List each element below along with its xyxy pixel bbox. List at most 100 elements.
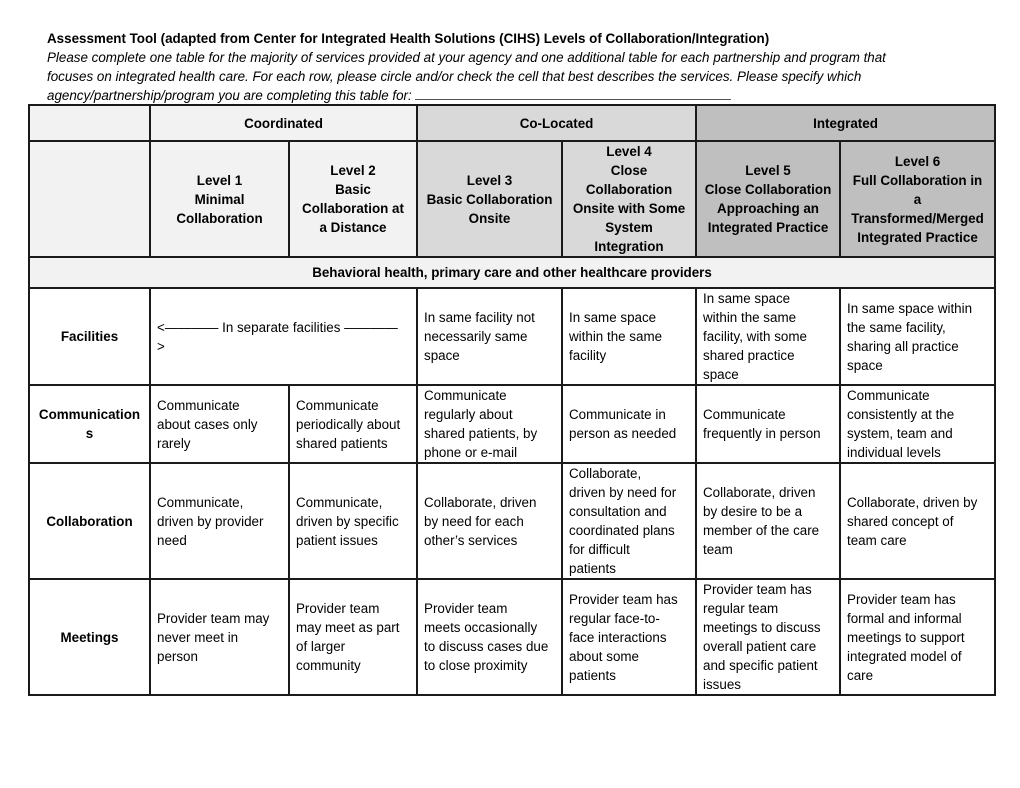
cell-text-line: Communicate: [296, 397, 379, 413]
facilities-level-1-2-cell[interactable]: <———— In separate facilities ———— >: [148, 287, 419, 386]
cell-text-line: s: [85, 426, 94, 441]
cell-text-line: Full Collaboration in: [852, 172, 983, 188]
cell-text-line: Communicate,: [157, 494, 244, 510]
cell-text-line: Collaboration at: [302, 201, 404, 216]
level-5-header: Level 5 Close Collaboration Approaching an…: [695, 140, 842, 258]
cell-text-line: issues: [703, 677, 741, 692]
instructions-line-3: agency/partnership/program you are compl…: [47, 86, 997, 105]
meetings-level-6-cell[interactable]: Provider team has formal and informal meet…: [839, 578, 997, 696]
cell-text-line: space: [424, 348, 460, 363]
facilities-level-5-cell[interactable]: In same space within the same facility, wi…: [695, 287, 842, 386]
instructions-line-2: focuses on integrated health care. For e…: [47, 69, 862, 84]
communications-level-1-cell[interactable]: Communicate about cases only rarely: [149, 384, 290, 464]
cell-text-line: In same space within: [847, 300, 973, 316]
section-label: Behavioral health, primary care and othe…: [27, 256, 997, 289]
row-label-communications: Communication s: [28, 384, 151, 464]
meetings-level-5-cell[interactable]: Provider team has regular team meetings to…: [695, 578, 842, 696]
cell-text-line: Provider team may: [157, 610, 270, 626]
cell-text-line: integrated model of: [847, 648, 962, 664]
collaboration-level-3-cell[interactable]: Collaborate, driven by need for each other…: [416, 462, 564, 580]
level-6-header: Level 6 Full Collaboration in a Transformed…: [839, 140, 997, 258]
collaboration-level-6-cell[interactable]: Collaborate, driven by shared concept of t…: [839, 462, 997, 580]
collaboration-level-4-cell[interactable]: Collaborate, driven by need for consultati…: [561, 462, 698, 580]
cell-text-line: <———— In separate facilities ————: [157, 319, 398, 335]
cell-text-line: Facilities: [60, 329, 119, 344]
cell-text-line: Provider team has: [569, 591, 678, 607]
corner-cell: [28, 104, 151, 142]
cell-text-line: facility: [569, 348, 607, 363]
cell-text-line: formal and informal: [847, 610, 962, 626]
level-4-header: Level 4 Close Collaboration Onsite with Som…: [561, 140, 698, 258]
cell-text-line: member of the care: [703, 523, 820, 538]
collaboration-levels-table: Coordinated Co-Located Integrated Level …: [27, 104, 997, 696]
cell-text-line: Collaborate,: [569, 466, 642, 481]
cell-text-line: meetings to support: [847, 629, 965, 645]
meetings-level-3-cell[interactable]: Provider team meets occasionally to discus…: [416, 578, 564, 696]
cell-text-line: shared practice: [703, 348, 795, 363]
cell-text-line: Basic Collaboration: [426, 191, 553, 207]
program-name-blank[interactable]: [415, 86, 732, 100]
level-corner-cell: [28, 140, 151, 258]
cell-text-line: System: [605, 220, 653, 235]
cell-text-line: regularly about: [424, 407, 513, 422]
cell-text-line: individual levels: [847, 445, 941, 460]
cell-text-line: Collaborate, driven: [424, 494, 537, 510]
cell-text-line: Collaboration: [176, 210, 263, 226]
collaboration-level-2-cell[interactable]: Communicate, driven by specific patient is…: [287, 462, 419, 580]
cell-text-line: Minimal: [194, 191, 245, 207]
cell-text-line: >: [157, 338, 165, 354]
cell-text-line: Provider team: [296, 601, 380, 616]
cell-text-line: consistently at the: [847, 407, 955, 422]
cell-text-line: Communicate in: [569, 407, 666, 422]
cell-text-line: team care: [847, 532, 907, 548]
cell-text-line: community: [296, 658, 361, 673]
communications-level-3-cell[interactable]: Communicate regularly about shared patient…: [416, 384, 564, 464]
facilities-level-3-cell[interactable]: In same facility not necessarily same spac…: [416, 287, 564, 386]
cell-text-line: shared patients, by: [424, 426, 538, 441]
facilities-level-6-cell[interactable]: In same space within the same facility, sh…: [839, 287, 997, 386]
cell-text-line: In same space: [569, 310, 657, 325]
cell-text-line: care: [847, 667, 874, 683]
cell-text-line: In same space: [703, 291, 791, 306]
cell-text-line: Level 5: [745, 163, 791, 178]
cell-text-line: Collaboration: [46, 513, 133, 529]
cell-text-line: patients: [569, 667, 616, 683]
cell-text-line: Level 4: [606, 144, 652, 159]
level-3-header: Level 3 Basic Collaboration Onsite: [416, 140, 564, 258]
document-title: Assessment Tool (adapted from Center for…: [47, 31, 770, 46]
cell-text-line: shared concept of: [847, 513, 954, 529]
level-2-header: Level 2 Basic Collaboration at a Distance: [287, 140, 419, 258]
cell-text-line: Basic: [335, 182, 371, 197]
meetings-level-1-cell[interactable]: Provider team may never meet in person: [149, 578, 290, 696]
table-row-facilities: Facilities <———— In separate facilities …: [28, 287, 997, 386]
cell-text-line: Communication: [38, 407, 141, 422]
cell-text-line: within the same: [703, 310, 797, 325]
cell-text-line: Collaboration: [585, 182, 673, 197]
cell-text-line: other’s services: [424, 532, 518, 548]
communications-level-4-cell[interactable]: Communicate in person as needed: [561, 384, 698, 464]
cell-text-line: person: [157, 648, 198, 664]
cell-text-line: phone or e-mail: [424, 445, 518, 460]
communications-level-6-cell[interactable]: Communicate consistently at the system, te…: [839, 384, 997, 464]
cell-text-line: Communicate: [847, 388, 930, 403]
cell-text-line: of larger: [296, 639, 346, 654]
section-row: Behavioral health, primary care and othe…: [27, 256, 997, 289]
cell-text-line: and specific patient: [703, 658, 818, 673]
cell-text-line: frequently in person: [703, 426, 821, 441]
collaboration-level-5-cell[interactable]: Collaborate, driven by desire to be a memb…: [695, 462, 842, 580]
cell-text-line: Level 2: [330, 163, 376, 178]
instructions-line-1: Please complete one table for the majori…: [47, 50, 886, 65]
meetings-level-2-cell[interactable]: Provider team may meet as part of larger co…: [287, 578, 419, 696]
cell-text-line: the same facility,: [847, 319, 946, 335]
cell-text-line: about cases only: [157, 416, 258, 432]
communications-level-2-cell[interactable]: Communicate periodically about shared pati…: [287, 384, 419, 464]
cell-text-line: rarely: [157, 435, 191, 451]
cell-text-line: to close proximity: [424, 658, 528, 673]
communications-level-5-cell[interactable]: Communicate frequently in person: [695, 384, 842, 464]
cell-text-line: about some: [569, 648, 639, 664]
cell-text-line: sharing all practice: [847, 338, 959, 354]
cell-text-line: a: [913, 191, 922, 207]
collaboration-level-1-cell[interactable]: Communicate, driven by provider need: [149, 462, 290, 580]
facilities-level-4-cell[interactable]: In same space within the same facility: [561, 287, 698, 386]
meetings-level-4-cell[interactable]: Provider team has regular face-to-face in…: [561, 578, 698, 696]
